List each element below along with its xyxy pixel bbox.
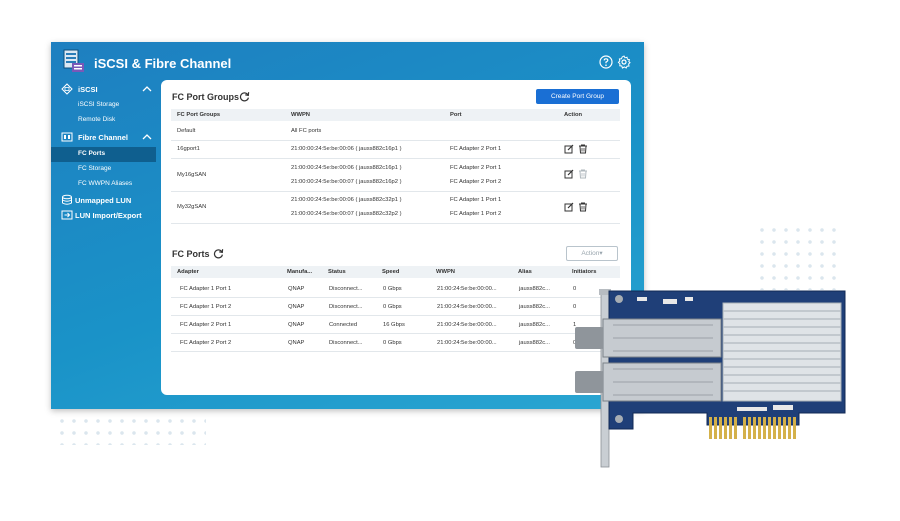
edit-icon[interactable] [564,169,574,179]
row-divider [171,315,620,316]
sidebar-item-unmapped-lun[interactable]: Unmapped LUN [75,196,131,205]
fc-port-manufacturer: QNAP [288,286,305,292]
port-groups-table-header [171,109,620,121]
sidebar-item-lun-import-export[interactable]: LUN Import/Export [75,211,142,220]
sidebar-item-fibre-channel[interactable]: Fibre Channel [78,133,128,142]
fc-port-alias: jauss882c... [519,304,550,310]
fc-port-speed: 16 Gbps [383,322,405,328]
column-header[interactable]: WWPN [291,112,310,118]
sidebar-item-iscsi[interactable]: iSCSI [78,85,98,94]
fc-port-status: Connected [329,322,358,328]
create-port-group-button[interactable]: Create Port Group [536,89,619,104]
import-export-icon [61,210,73,220]
column-header[interactable]: Speed [382,269,399,275]
fc-port-wwpn: 21:00:24:5e:be:00:00... [437,286,497,292]
row-divider [171,140,620,141]
dot-pattern-bottom [56,415,206,445]
gear-icon[interactable] [617,55,631,69]
row-divider [171,351,620,352]
fc-port-alias: jauss882c... [519,322,550,328]
fc-port-adapter: FC Adapter 2 Port 2 [180,340,232,346]
fc-port-adapter: FC Adapter 1 Port 2 [180,304,232,310]
trash-icon[interactable] [578,169,588,179]
column-header[interactable]: Alias [518,269,532,275]
port-group-port: FC Adapter 1 Port 2 [450,211,502,217]
help-icon[interactable] [599,55,613,69]
port-group-name: My16gSAN [177,172,207,178]
content-panel [161,80,631,395]
trash-icon[interactable] [578,202,588,212]
port-group-port: FC Adapter 2 Port 1 [450,146,502,152]
iscsi-icon [61,83,73,95]
fc-port-adapter: FC Adapter 2 Port 1 [180,322,232,328]
fc-port-status: Disconnect... [329,340,363,346]
app-title: iSCSI & Fibre Channel [94,56,232,71]
fc-port-manufacturer: QNAP [288,304,305,310]
port-group-port: FC Adapter 2 Port 1 [450,165,502,171]
fibre-channel-card-image [575,289,846,468]
fc-port-manufacturer: QNAP [288,322,305,328]
port-group-name: Default [177,128,196,134]
fc-port-alias: jauss882c... [519,286,550,292]
fc-port-speed: 0 Gbps [383,304,402,310]
column-header[interactable]: Port [450,112,462,118]
fc-port-speed: 0 Gbps [383,340,402,346]
column-header[interactable]: WWPN [436,269,455,275]
stage: iSCSI & Fibre Channel iSCSI iSCSI Storag… [0,0,900,521]
port-group-port: FC Adapter 1 Port 1 [450,197,502,203]
refresh-icon[interactable] [213,248,224,259]
sidebar-item-iscsi-storage[interactable]: iSCSI Storage [78,101,119,108]
row-divider [171,191,620,192]
column-header[interactable]: Manufa... [287,269,312,275]
fc-port-alias: jauss882c... [519,340,550,346]
port-group-name: My32gSAN [177,204,207,210]
row-divider [171,158,620,159]
row-divider [171,223,620,224]
port-group-name: 16gport1 [177,146,200,152]
dot-pattern-right [756,224,840,290]
app-logo-icon [63,49,84,72]
refresh-icon[interactable] [239,91,250,102]
row-divider [171,297,620,298]
database-icon [62,194,72,205]
fc-port-wwpn: 21:00:24:5e:be:00:00... [437,340,497,346]
chevron-up-icon[interactable] [142,85,152,92]
action-dropdown-button[interactable]: Action▾ [566,246,618,261]
fc-port-status: Disconnect... [329,304,363,310]
fibre-channel-icon [61,132,73,142]
row-divider [171,333,620,334]
sidebar-item-fc-ports[interactable]: FC Ports [78,150,105,157]
column-header[interactable]: Action [564,112,582,118]
column-header[interactable]: Adapter [177,269,199,275]
sidebar-item-remote-disk[interactable]: Remote Disk [78,116,115,123]
port-group-wwpn: 21:00:00:24:5e:be:00:06 ( jauss882c16p1 … [291,146,402,152]
port-group-port: FC Adapter 2 Port 2 [450,179,502,185]
fc-port-speed: 0 Gbps [383,286,402,292]
fc-port-wwpn: 21:00:24:5e:be:00:00... [437,322,497,328]
fc-port-adapter: FC Adapter 1 Port 1 [180,286,232,292]
fc-port-status: Disconnect... [329,286,363,292]
port-group-wwpn: 21:00:00:24:5e:be:00:07 ( jauss882c32p2 … [291,211,402,217]
fc-port-wwpn: 21:00:24:5e:be:00:00... [437,304,497,310]
fc-ports-title: FC Ports [172,249,210,259]
sidebar-item-fc-wwpn-aliases[interactable]: FC WWPN Aliases [78,180,132,187]
edit-icon[interactable] [564,144,574,154]
port-group-wwpn: 21:00:00:24:5e:be:00:06 ( jauss882c16p1 … [291,165,402,171]
column-header[interactable]: Initiators [572,269,596,275]
edit-icon[interactable] [564,202,574,212]
port-group-wwpn: 21:00:00:24:5e:be:00:06 ( jauss882c32p1 … [291,197,402,203]
port-group-wwpn: All FC ports [291,128,322,134]
sidebar-item-fc-storage[interactable]: FC Storage [78,165,111,172]
fc-port-manufacturer: QNAP [288,340,305,346]
chevron-up-icon[interactable] [142,133,152,140]
trash-icon[interactable] [578,144,588,154]
column-header[interactable]: FC Port Groups [177,112,220,118]
fc-port-groups-title: FC Port Groups [172,92,239,102]
port-group-wwpn: 21:00:00:24:5e:be:00:07 ( jauss882c16p2 … [291,179,402,185]
column-header[interactable]: Status [328,269,346,275]
